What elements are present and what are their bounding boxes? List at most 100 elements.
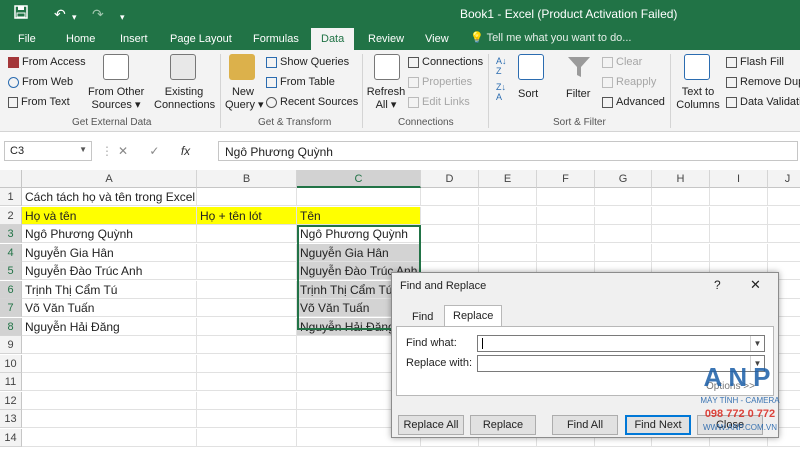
undo-icon[interactable]: ↶ bbox=[54, 5, 66, 23]
formula-input[interactable]: Ngô Phương Quỳnh bbox=[218, 141, 798, 161]
cell-e2[interactable] bbox=[479, 206, 537, 225]
refresh-all-button[interactable]: Refresh All ▾ bbox=[366, 86, 406, 112]
cell-d4[interactable] bbox=[421, 243, 479, 262]
row-header-3[interactable]: 3 bbox=[0, 225, 22, 243]
cell-b7[interactable] bbox=[197, 299, 297, 317]
cell-c4[interactable]: Nguyễn Gia Hân bbox=[297, 243, 421, 262]
cell-a11[interactable] bbox=[22, 373, 197, 391]
row-header-12[interactable]: 12 bbox=[0, 391, 22, 410]
column-header-d[interactable]: D bbox=[421, 170, 479, 188]
cell-b1[interactable] bbox=[197, 188, 297, 206]
cell-a8[interactable]: Nguyễn Hải Đăng bbox=[22, 317, 197, 336]
cell-c2[interactable]: Tên bbox=[297, 206, 421, 225]
undo-dropdown-icon[interactable]: ▾ bbox=[72, 8, 77, 26]
cell-i2[interactable] bbox=[710, 206, 768, 225]
cell-h2[interactable] bbox=[652, 206, 710, 225]
column-header-b[interactable]: B bbox=[197, 170, 297, 188]
resize-handle-icon[interactable]: ⋮ bbox=[101, 144, 113, 158]
chevron-down-icon[interactable]: ▼ bbox=[79, 145, 87, 154]
tab-view[interactable]: View bbox=[425, 31, 449, 47]
tab-insert[interactable]: Insert bbox=[120, 31, 148, 47]
recent-sources-button[interactable]: Recent Sources bbox=[266, 96, 358, 109]
redo-icon[interactable]: ↷ bbox=[92, 5, 104, 23]
tab-data[interactable]: Data bbox=[311, 28, 355, 50]
from-web-button[interactable]: From Web bbox=[8, 76, 73, 89]
cell-b13[interactable] bbox=[197, 410, 297, 428]
replace-all-button[interactable]: Replace All bbox=[398, 415, 464, 435]
cell-a4[interactable]: Nguyễn Gia Hân bbox=[22, 243, 197, 262]
row-header-11[interactable]: 11 bbox=[0, 373, 22, 391]
row-header-9[interactable]: 9 bbox=[0, 336, 22, 354]
cell-a1[interactable]: Cách tách họ và tên trong Excel bbox=[22, 188, 197, 206]
filter-button[interactable]: Filter bbox=[566, 88, 590, 101]
cell-i1[interactable] bbox=[710, 188, 768, 206]
tell-me-box[interactable]: 💡 Tell me what you want to do... bbox=[470, 31, 631, 44]
cell-a5[interactable]: Nguyễn Đào Trúc Anh bbox=[22, 262, 197, 280]
cell-g2[interactable] bbox=[595, 206, 652, 225]
cell-f2[interactable] bbox=[537, 206, 595, 225]
cell-b12[interactable] bbox=[197, 391, 297, 410]
column-header-h[interactable]: H bbox=[652, 170, 710, 188]
from-table-button[interactable]: From Table bbox=[266, 76, 335, 89]
cell-a14[interactable] bbox=[22, 428, 197, 447]
save-icon[interactable] bbox=[14, 5, 28, 23]
cancel-icon[interactable]: ✕ bbox=[118, 144, 128, 158]
existing-connections-button[interactable]: Existing Connections bbox=[154, 86, 215, 112]
sort-button[interactable]: Sort bbox=[518, 88, 538, 101]
from-text-button[interactable]: From Text bbox=[8, 96, 70, 109]
cell-g1[interactable] bbox=[595, 188, 652, 206]
cell-j4[interactable] bbox=[768, 244, 800, 262]
cell-c1[interactable] bbox=[297, 188, 421, 206]
cell-a6[interactable]: Trịnh Thị Cẩm Tú bbox=[22, 280, 197, 299]
cell-e3[interactable] bbox=[479, 225, 537, 243]
cell-h1[interactable] bbox=[652, 188, 710, 206]
cell-i4[interactable] bbox=[710, 243, 768, 262]
cell-j1[interactable] bbox=[768, 188, 800, 206]
data-validation-button[interactable]: Data Validati bbox=[726, 96, 800, 109]
cell-j3[interactable] bbox=[768, 225, 800, 243]
cell-d2[interactable] bbox=[421, 206, 479, 225]
find-all-button[interactable]: Find All bbox=[552, 415, 618, 435]
show-queries-button[interactable]: Show Queries bbox=[266, 56, 349, 69]
cell-h3[interactable] bbox=[652, 225, 710, 243]
cell-f3[interactable] bbox=[537, 225, 595, 243]
text-to-columns-button[interactable]: Text to Columns bbox=[674, 86, 722, 112]
row-header-13[interactable]: 13 bbox=[0, 410, 22, 428]
tab-file[interactable]: File bbox=[18, 31, 36, 47]
cell-b3[interactable] bbox=[197, 225, 297, 243]
row-header-5[interactable]: 5 bbox=[0, 262, 22, 280]
cell-e4[interactable] bbox=[479, 243, 537, 262]
tab-formulas[interactable]: Formulas bbox=[253, 31, 299, 47]
column-header-g[interactable]: G bbox=[595, 170, 652, 188]
advanced-button[interactable]: Advanced bbox=[602, 96, 665, 109]
cell-a12[interactable] bbox=[22, 391, 197, 410]
cell-f1[interactable] bbox=[537, 188, 595, 206]
from-access-button[interactable]: From Access bbox=[8, 56, 86, 69]
column-header-j[interactable]: J bbox=[768, 170, 800, 188]
column-header-f[interactable]: F bbox=[537, 170, 595, 188]
clear-button[interactable]: Clear bbox=[602, 56, 642, 69]
tab-find[interactable]: Find bbox=[404, 307, 441, 327]
tab-review[interactable]: Review bbox=[368, 31, 404, 47]
select-all-corner[interactable] bbox=[0, 170, 22, 188]
cell-f4[interactable] bbox=[537, 243, 595, 262]
column-header-i[interactable]: I bbox=[710, 170, 768, 188]
cell-a9[interactable] bbox=[22, 336, 197, 354]
column-header-a[interactable]: A bbox=[22, 170, 197, 188]
cell-i3[interactable] bbox=[710, 225, 768, 243]
enter-icon[interactable]: ✓ bbox=[149, 144, 159, 158]
row-header-1[interactable]: 1 bbox=[0, 188, 22, 206]
column-header-c[interactable]: C bbox=[297, 170, 421, 188]
chevron-down-icon[interactable]: ▼ bbox=[750, 336, 764, 351]
flash-fill-button[interactable]: Flash Fill bbox=[726, 56, 784, 69]
properties-button[interactable]: Properties bbox=[408, 76, 472, 89]
tab-home[interactable]: Home bbox=[66, 31, 95, 47]
remove-duplicates-button[interactable]: Remove Dup bbox=[726, 76, 800, 89]
cell-g3[interactable] bbox=[595, 225, 652, 243]
cell-a2[interactable]: Họ và tên bbox=[22, 206, 197, 225]
replace-button[interactable]: Replace bbox=[470, 415, 536, 435]
name-box[interactable]: C3 ▼ bbox=[4, 141, 92, 161]
reapply-button[interactable]: Reapply bbox=[602, 76, 656, 89]
tab-page-layout[interactable]: Page Layout bbox=[170, 31, 232, 47]
cell-b4[interactable] bbox=[197, 243, 297, 262]
